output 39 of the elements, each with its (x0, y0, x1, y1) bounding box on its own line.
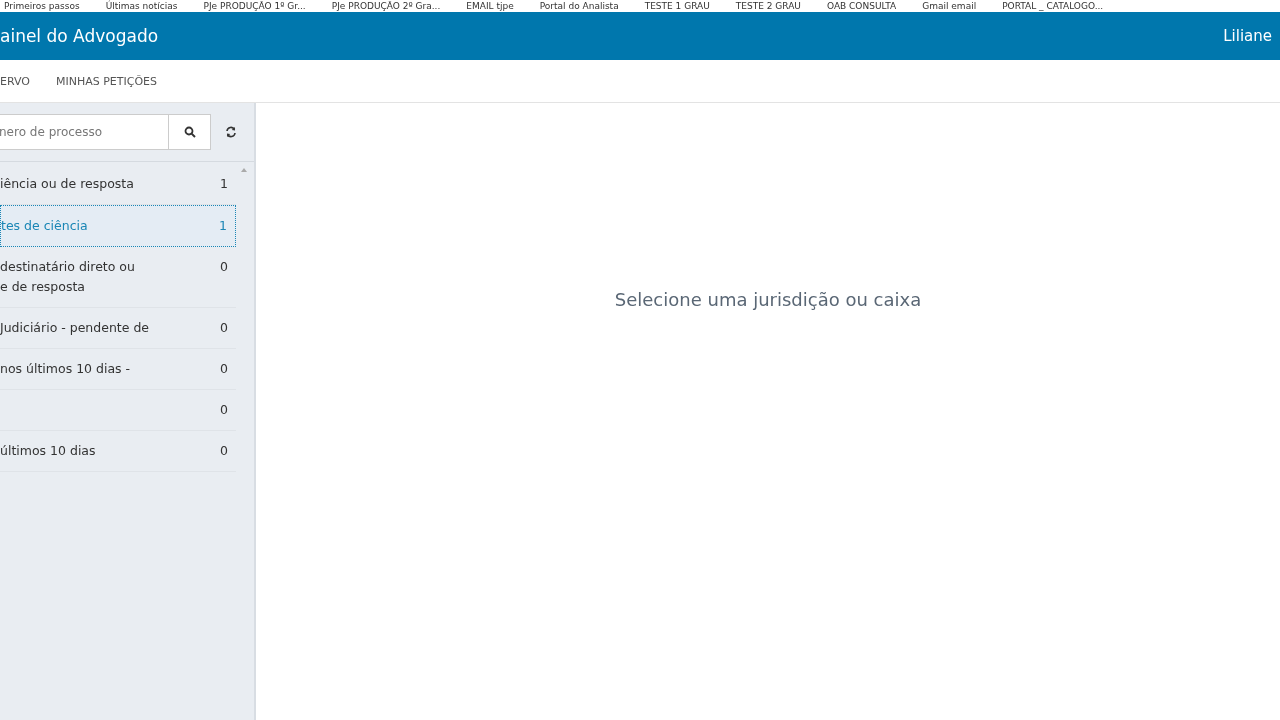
empty-state-message: Selecione uma jurisdição ou caixa (614, 289, 922, 310)
mailbox-count: 0 (220, 401, 228, 419)
search-button[interactable] (168, 114, 211, 150)
nav-tab[interactable]: MINHAS PETIÇÕES (56, 74, 158, 88)
mailbox-item[interactable]: últimos 10 dias 0 (0, 431, 236, 472)
app-title: ainel do Advogado (0, 26, 159, 46)
mailbox-count: 0 (220, 258, 228, 276)
mailbox-count: 0 (220, 319, 228, 337)
bookmark-link[interactable]: PJe PRODUÇÃO 2º Gra... (331, 0, 441, 12)
bookmark-link[interactable]: Portal do Analista (539, 0, 619, 12)
refresh-icon[interactable] (225, 126, 237, 138)
mailbox-count: 0 (220, 442, 228, 460)
nav-tab[interactable]: ERVO (0, 74, 30, 88)
bookmark-link[interactable]: TESTE 1 GRAU (644, 0, 710, 12)
user-name[interactable]: Liliane (1223, 27, 1272, 45)
mailbox-label: últimos 10 dias (0, 442, 97, 460)
mailbox-count: 1 (220, 175, 228, 193)
search-field[interactable]: nero de processo (0, 114, 168, 150)
mailbox-item[interactable]: destinatário direto ou e de resposta 0 (0, 247, 236, 308)
mailbox-count: 0 (220, 360, 228, 378)
mailbox-count: 1 (219, 217, 227, 235)
bookmark-link[interactable]: PORTAL _ CATALOGO... (1002, 0, 1104, 12)
bookmark-link[interactable]: TESTE 2 GRAU (735, 0, 801, 12)
mailbox-label: nos últimos 10 dias - (0, 360, 132, 378)
bookmark-link[interactable]: OAB CONSULTA (826, 0, 897, 12)
bookmark-link[interactable]: Primeiros passos (4, 0, 80, 12)
mailbox-label: tes de ciência (1, 217, 89, 235)
search-icon (183, 126, 196, 138)
mailbox-label: destinatário direto ou e de resposta (0, 258, 136, 296)
mailbox-item[interactable]: tes de ciência 1 (0, 205, 236, 247)
mailbox-label: iência ou de resposta (0, 175, 135, 193)
mailbox-item[interactable]: Judiciário - pendente de 0 (0, 308, 236, 349)
mailbox-label: Judiciário - pendente de (0, 319, 151, 337)
bookmark-link[interactable]: Gmail email (922, 0, 977, 12)
mailbox-item[interactable]: nos últimos 10 dias - 0 (0, 349, 236, 390)
bookmark-link[interactable]: PJe PRODUÇÃO 1º Gr... (203, 0, 306, 12)
bookmark-link[interactable]: EMAIL tjpe (466, 0, 514, 12)
bookmark-link[interactable]: Últimas notícias (105, 0, 178, 12)
mailbox-item[interactable]: 0 (0, 390, 236, 431)
